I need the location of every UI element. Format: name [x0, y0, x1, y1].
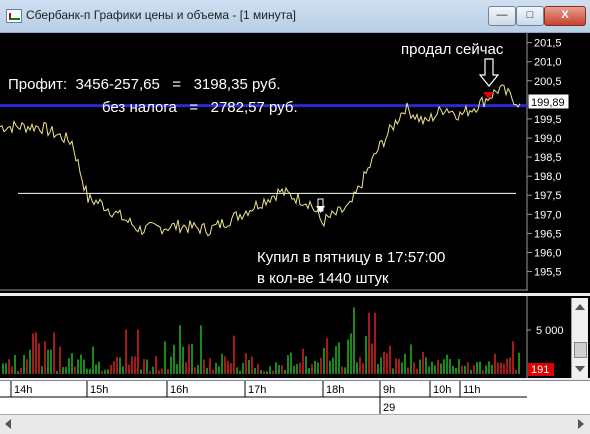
time-tick-label: 14h: [14, 384, 32, 396]
scroll-thumb[interactable]: [574, 342, 587, 358]
time-tick-label: 9h: [383, 384, 395, 396]
price-tick-label: 198,0: [534, 171, 562, 183]
scroll-right-icon[interactable]: [578, 419, 584, 429]
price-tick-label: 196,0: [534, 247, 562, 259]
scroll-up-icon[interactable]: [575, 304, 585, 310]
price-tick-label: 199,0: [534, 133, 562, 145]
volume-chart-panel[interactable]: 5 000 191: [0, 296, 590, 378]
current-volume-label: 191: [531, 364, 549, 376]
time-tick-label: 15h: [90, 384, 108, 396]
price-tick-label: 201,0: [534, 57, 562, 69]
price-tick-label: 195,5: [534, 267, 562, 279]
time-axis: 14h 15h 16h 17h 18h 9h 10h 11h 29: [0, 380, 590, 414]
price-tick-label: 201,5: [534, 38, 562, 50]
profit-annotation-line1: Профит: 3456-257,65 = 3198,35 руб.: [8, 76, 281, 93]
horizontal-scrollbar[interactable]: [0, 414, 590, 434]
time-tick-label: 17h: [248, 384, 266, 396]
price-tick-label: 197,5: [534, 190, 562, 202]
scroll-left-icon[interactable]: [5, 419, 11, 429]
date-label: 29: [383, 402, 395, 414]
time-axis-svg: 14h 15h 16h 17h 18h 9h 10h 11h 29: [0, 381, 527, 414]
price-tick-label: 198,5: [534, 152, 562, 164]
close-icon: X: [561, 9, 569, 21]
chart-app-icon: [6, 9, 22, 23]
volume-chart[interactable]: 5 000 191: [0, 296, 571, 378]
price-chart[interactable]: 201,5201,0200,5200,0199,5199,0198,5198,0…: [0, 33, 590, 293]
time-tick-label: 11h: [463, 384, 481, 396]
minimize-icon: —: [496, 9, 508, 21]
scroll-down-icon[interactable]: [575, 366, 585, 372]
bought-annotation-line2: в кол-ве 1440 штук: [257, 270, 389, 287]
sold-annotation: продал сейчас: [401, 41, 504, 58]
volume-tick-label: 5 000: [536, 325, 564, 337]
price-tick-label: 197,0: [534, 209, 562, 221]
volume-vertical-scrollbar[interactable]: [571, 298, 588, 378]
price-tick-label: 200,5: [534, 76, 562, 88]
price-tick-label: 199,5: [534, 114, 562, 126]
current-price-label: 199,89: [531, 97, 565, 109]
maximize-icon: □: [526, 9, 534, 21]
close-button[interactable]: X: [544, 6, 586, 26]
bought-annotation-line1: Купил в пятницу в 17:57:00: [257, 249, 445, 266]
current-price-box: 199,89: [527, 93, 570, 110]
time-tick-label: 16h: [170, 384, 188, 396]
time-axis-labels: 14h 15h 16h 17h 18h 9h 10h 11h: [10, 381, 481, 397]
window-title: Сбербанк-п Графики цены и объема - [1 ми…: [26, 8, 296, 22]
minimize-button[interactable]: —: [488, 6, 516, 26]
window-titlebar: Сбербанк-п Графики цены и объема - [1 ми…: [0, 0, 590, 33]
maximize-button[interactable]: □: [516, 6, 544, 26]
price-tick-label: 196,5: [534, 228, 562, 240]
time-tick-label: 10h: [433, 384, 451, 396]
price-chart-panel[interactable]: 201,5201,0200,5200,0199,5199,0198,5198,0…: [0, 33, 590, 293]
time-tick-label: 18h: [326, 384, 344, 396]
profit-annotation-line2: без налога = 2782,57 руб.: [102, 99, 298, 116]
